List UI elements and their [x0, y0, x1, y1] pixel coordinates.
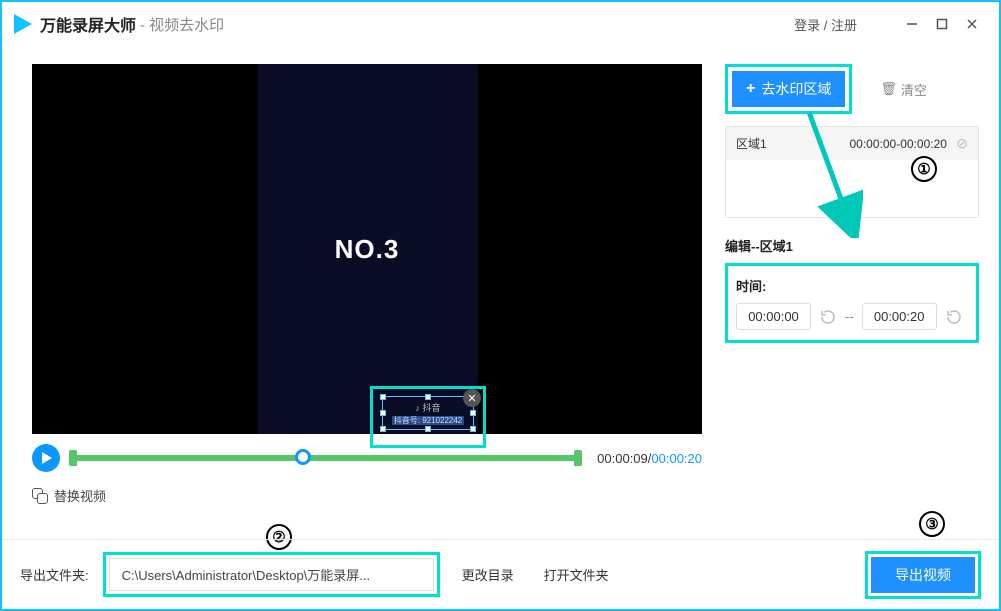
export-video-button[interactable]: 导出视频: [871, 557, 975, 593]
open-folder-button[interactable]: 打开文件夹: [536, 561, 617, 588]
plus-icon: +: [746, 80, 755, 98]
footer-bar: 导出文件夹: C:\Users\Administrator\Desktop\万能…: [2, 539, 999, 609]
swap-icon: [32, 488, 48, 504]
clear-regions-button[interactable]: 🗑 清空: [880, 80, 927, 99]
time-end-input[interactable]: 00:00:20: [862, 303, 937, 330]
timeline-slider[interactable]: [70, 455, 581, 461]
watermark-selection-box[interactable]: ✕ ♪ 抖音 抖音号: 921022242: [382, 396, 474, 430]
trash-icon: 🗑: [880, 81, 897, 97]
add-watermark-region-button[interactable]: + 去水印区域: [732, 71, 845, 107]
titlebar: 万能录屏大师 - 视频去水印 登录 / 注册: [2, 2, 999, 46]
watermark-content: ♪ 抖音 抖音号: 921022242: [383, 397, 473, 426]
time-start-input[interactable]: 00:00:00: [736, 303, 811, 330]
region-item[interactable]: 区域1 00:00:00-00:00:20 ⊘: [726, 127, 978, 160]
video-preview[interactable]: NO.3 ✕ ♪ 抖音 抖音号: 921022242: [32, 64, 702, 434]
region-time-range: 00:00:00-00:00:20: [850, 137, 947, 151]
maximize-button[interactable]: [927, 9, 957, 39]
time-label: 时间:: [736, 276, 968, 295]
change-directory-button[interactable]: 更改目录: [454, 561, 522, 588]
page-title: - 视频去水印: [140, 14, 224, 35]
annotation-number-1: ①: [911, 156, 937, 182]
login-register-link[interactable]: 登录 / 注册: [794, 15, 857, 34]
time-display: 00:00:09/00:00:20: [597, 451, 702, 466]
annotation-number-3: ③: [919, 511, 945, 537]
close-button[interactable]: [957, 9, 987, 39]
reset-end-icon[interactable]: [945, 308, 963, 326]
remove-selection-icon[interactable]: ✕: [463, 389, 481, 407]
remove-region-icon[interactable]: ⊘: [956, 135, 968, 151]
trim-start-handle[interactable]: [69, 450, 77, 466]
playhead-handle[interactable]: [295, 449, 311, 465]
region-name: 区域1: [736, 135, 767, 152]
video-overlay-text: NO.3: [32, 234, 702, 265]
play-button[interactable]: [32, 444, 60, 472]
app-name: 万能录屏大师: [40, 12, 136, 36]
reset-start-icon[interactable]: [819, 308, 837, 326]
app-logo-icon: [14, 14, 32, 34]
play-icon: [42, 452, 52, 464]
output-path-field[interactable]: C:\Users\Administrator\Desktop\万能录屏...: [109, 558, 434, 591]
minimize-button[interactable]: [897, 9, 927, 39]
edit-region-title: 编辑--区域1: [725, 236, 979, 255]
replace-video-button[interactable]: 替换视频: [32, 486, 717, 505]
trim-end-handle[interactable]: [574, 450, 582, 466]
region-list: 区域1 00:00:00-00:00:20 ⊘: [725, 126, 979, 218]
time-range-panel: 时间: 00:00:00 -- 00:00:20: [725, 263, 979, 343]
output-folder-label: 导出文件夹:: [20, 565, 89, 584]
